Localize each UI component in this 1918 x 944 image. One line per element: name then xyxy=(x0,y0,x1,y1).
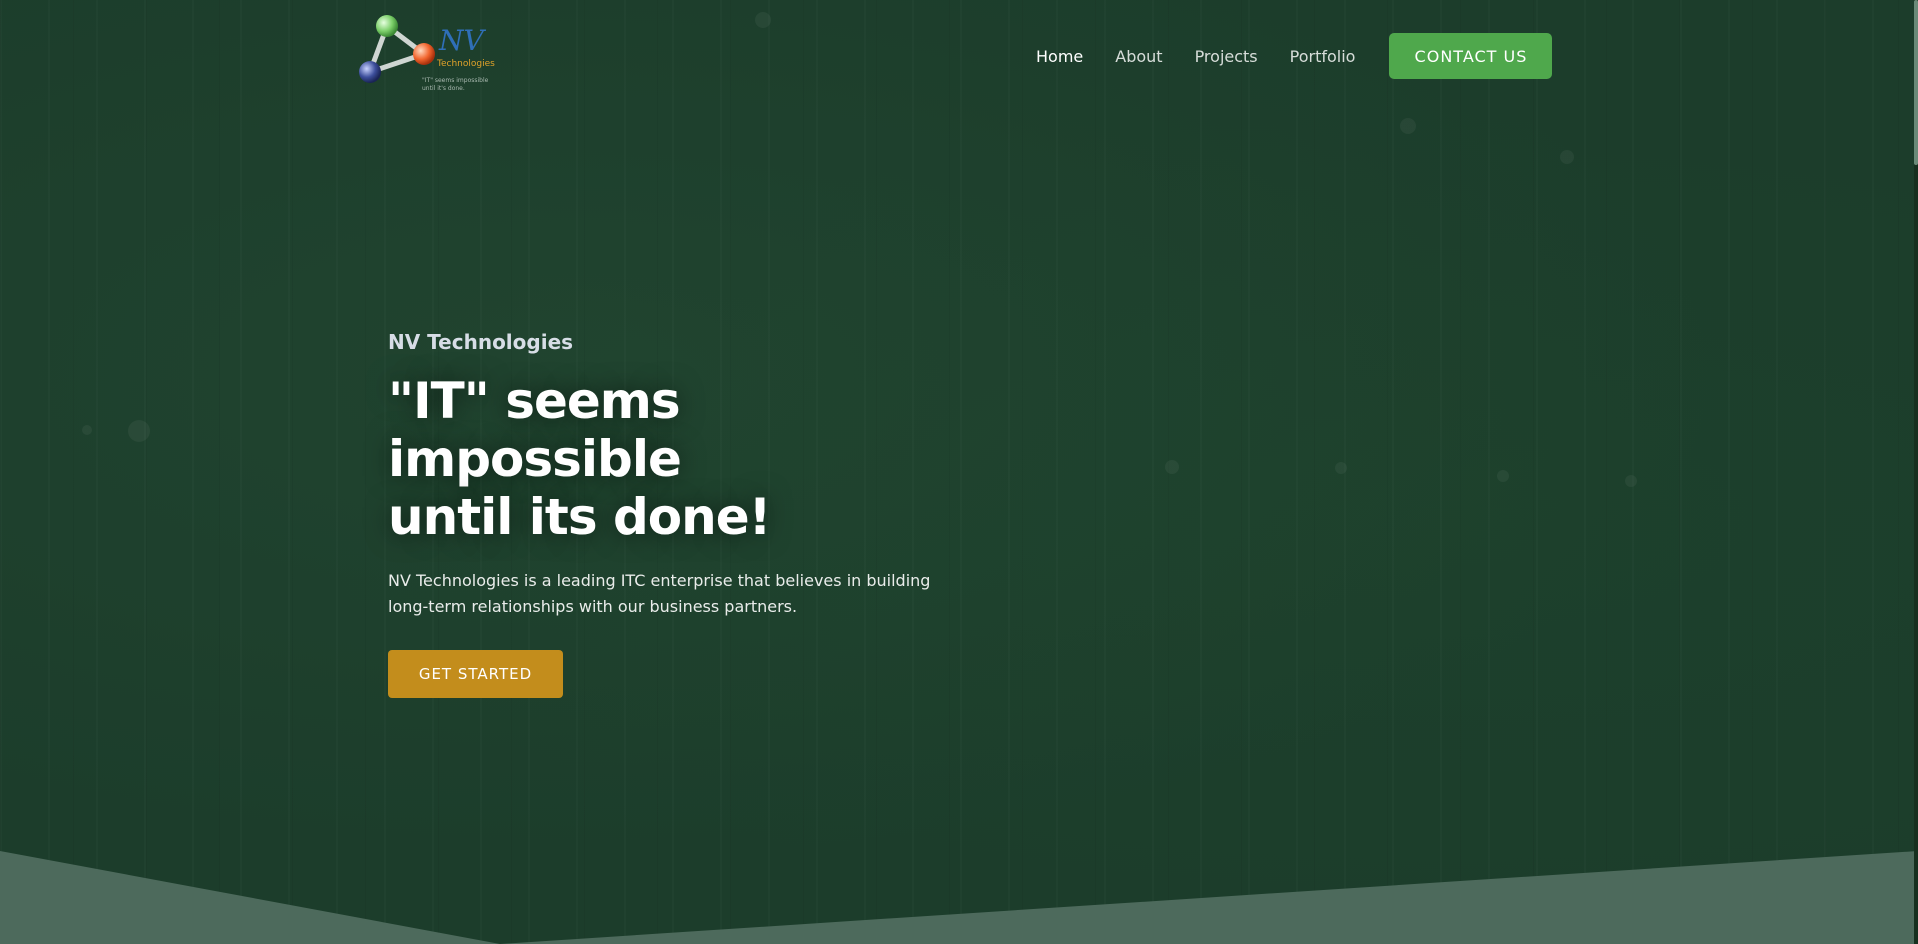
hero-title: "IT" seems impossible until its done! xyxy=(388,372,948,546)
nav-about[interactable]: About xyxy=(1115,47,1162,66)
contact-us-button[interactable]: CONTACT US xyxy=(1389,33,1553,79)
logo-brand: NV xyxy=(438,24,487,57)
logo-tagline-line1: "IT" seems impossible xyxy=(422,77,489,84)
bottom-wave xyxy=(0,851,1918,944)
background-texture xyxy=(0,0,1918,944)
logo-graphic: NV Technologies "IT" seems impossible un… xyxy=(359,15,495,92)
logo-tagline-line2: until it's done. xyxy=(422,85,465,92)
hero-title-line2: until its done! xyxy=(388,488,771,546)
nav-home[interactable]: Home xyxy=(1036,47,1083,66)
logo-brand-sub: Technologies xyxy=(436,59,495,69)
logo[interactable]: NV Technologies "IT" seems impossible un… xyxy=(355,12,495,96)
hero-title-line1: "IT" seems impossible xyxy=(388,372,682,488)
get-started-button[interactable]: GET STARTED xyxy=(388,650,563,698)
page-scrollbar[interactable] xyxy=(1914,0,1918,944)
main-nav: Home About Projects Portfolio CONTACT US xyxy=(1036,33,1553,79)
page: NV Technologies "IT" seems impossible un… xyxy=(0,0,1918,944)
hero-eyebrow: NV Technologies xyxy=(388,330,574,354)
hero-description: NV Technologies is a leading ITC enterpr… xyxy=(388,571,931,616)
hero-section: NV Technologies "IT" seems impossible un… xyxy=(388,330,948,698)
nav-projects[interactable]: Projects xyxy=(1195,47,1258,66)
scrollbar-thumb[interactable] xyxy=(1914,0,1918,165)
nav-portfolio[interactable]: Portfolio xyxy=(1290,47,1356,66)
